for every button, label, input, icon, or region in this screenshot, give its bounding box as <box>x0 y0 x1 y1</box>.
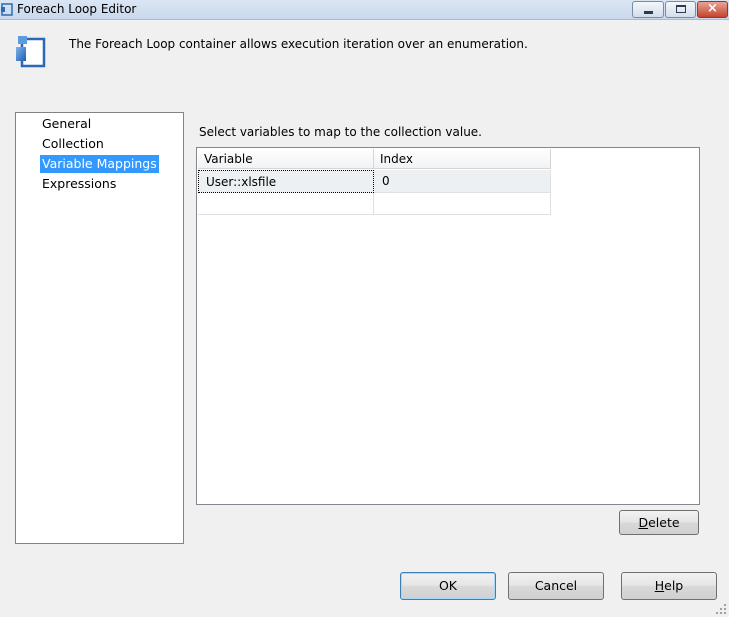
nav-item-expressions[interactable]: Expressions <box>40 175 118 193</box>
help-button[interactable]: Help <box>621 572 717 600</box>
maximize-button[interactable] <box>665 1 696 18</box>
header-description: The Foreach Loop container allows execut… <box>69 37 528 51</box>
title-bar[interactable]: Foreach Loop Editor × <box>0 0 729 20</box>
delete-button[interactable]: Delete <box>619 510 699 535</box>
window-title: Foreach Loop Editor <box>17 2 137 16</box>
resize-grip-icon[interactable] <box>715 603 727 615</box>
help-label-rest: elp <box>664 578 684 593</box>
nav-item-variable-mappings[interactable]: Variable Mappings <box>40 155 159 173</box>
ok-button[interactable]: OK <box>400 572 496 600</box>
index-cell[interactable]: 0 <box>374 170 551 193</box>
minimize-button[interactable] <box>632 1 664 18</box>
help-mnemonic: H <box>654 578 665 593</box>
close-icon: × <box>707 1 718 16</box>
variable-mapping-grid[interactable]: Variable Index User::xlsfile 0 <box>196 147 700 505</box>
column-header-variable[interactable]: Variable <box>198 149 374 169</box>
foreach-loop-icon <box>16 36 46 68</box>
cancel-button[interactable]: Cancel <box>508 572 604 600</box>
close-button[interactable]: × <box>697 1 728 18</box>
page-list[interactable]: General Collection Variable Mappings Exp… <box>15 112 184 544</box>
delete-label-rest: elete <box>648 515 680 530</box>
new-row-variable-cell[interactable] <box>198 193 374 215</box>
mapping-caption: Select variables to map to the collectio… <box>199 125 482 139</box>
foreach-loop-icon <box>1 3 13 16</box>
delete-mnemonic: D <box>638 515 649 530</box>
new-row-index-cell[interactable] <box>374 193 551 215</box>
variable-cell[interactable]: User::xlsfile <box>198 170 374 193</box>
maximize-icon <box>676 5 686 13</box>
nav-item-general[interactable]: General <box>40 115 93 133</box>
nav-item-collection[interactable]: Collection <box>40 135 106 153</box>
column-header-index[interactable]: Index <box>374 149 551 169</box>
minimize-icon <box>644 11 653 14</box>
